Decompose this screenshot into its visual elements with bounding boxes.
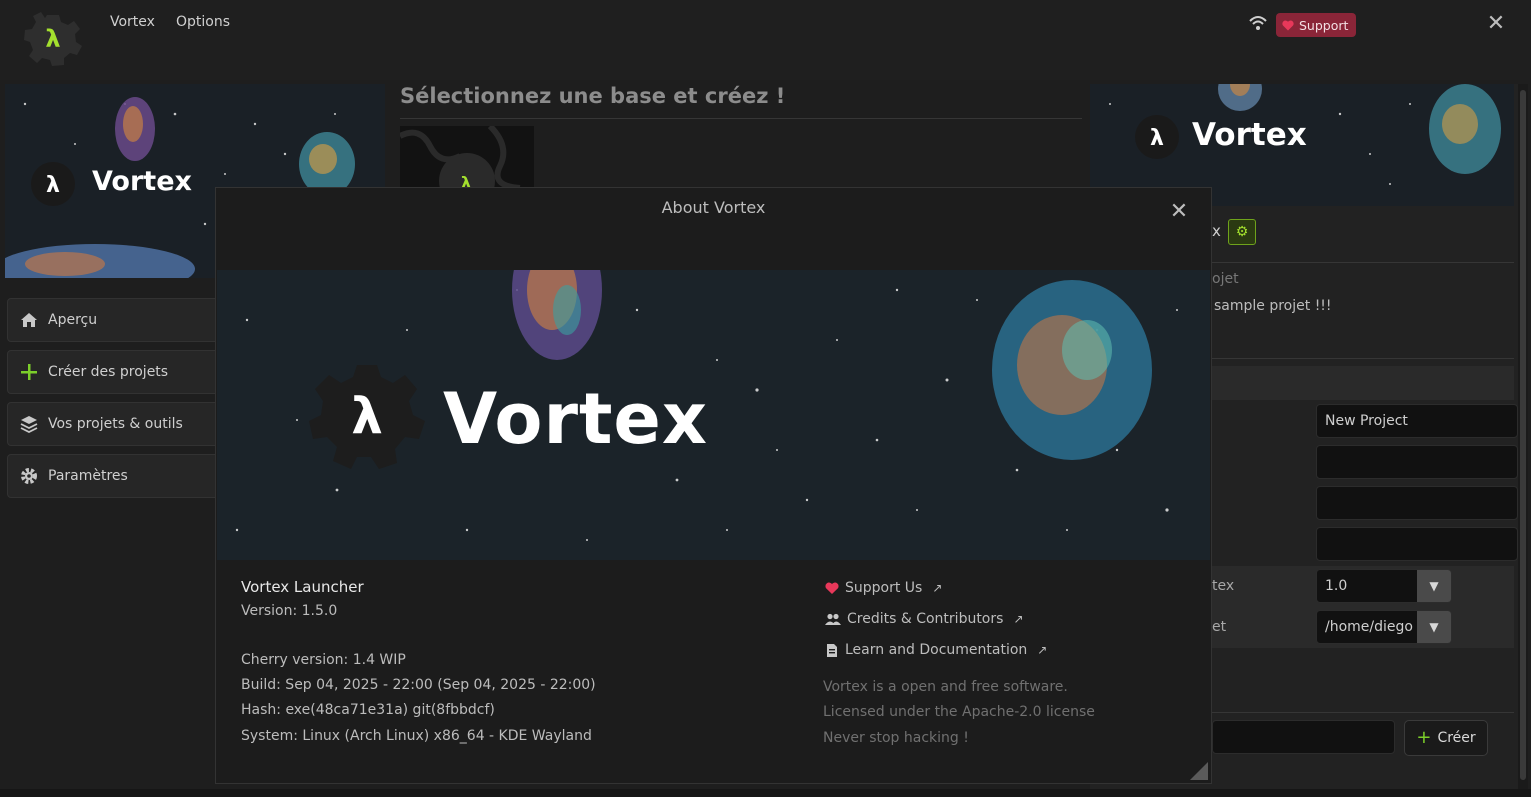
external-link-icon: ↗	[1037, 643, 1048, 657]
layers-icon	[20, 415, 38, 433]
project-title-partial: x	[1212, 222, 1221, 240]
sidebar-item-projets-outils[interactable]: Vos projets & outils	[7, 402, 227, 446]
resize-grip-icon[interactable]	[1190, 762, 1208, 780]
link-label: Credits & Contributors	[847, 611, 1004, 627]
page-title: Sélectionnez une base et créez !	[400, 84, 786, 108]
project-description: sample projet !!!	[1214, 298, 1332, 314]
external-link-icon: ↗	[932, 581, 943, 595]
support-label: Support	[1299, 17, 1349, 33]
path-select[interactable]: /home/diego ▼	[1316, 610, 1452, 644]
app-version: Version: 1.5.0	[241, 603, 338, 619]
path-value: /home/diego	[1325, 619, 1413, 635]
project-name-input[interactable]: New Project	[1316, 404, 1518, 438]
project-label-partial: ojet	[1212, 271, 1239, 287]
svg-text:λ: λ	[461, 173, 471, 188]
svg-text:λ: λ	[351, 387, 383, 445]
bottom-input[interactable]	[1212, 720, 1395, 754]
sidebar-item-label: Vos projets & outils	[48, 416, 183, 432]
path-label: et	[1212, 619, 1227, 635]
divider	[1212, 262, 1514, 263]
chevron-down-icon: ▼	[1417, 611, 1451, 643]
document-icon	[827, 643, 837, 657]
users-icon	[825, 613, 841, 625]
top-bar	[0, 0, 1531, 80]
chevron-down-icon: ▼	[1417, 570, 1451, 602]
project-settings-gear-icon[interactable]: ⚙	[1228, 219, 1256, 245]
footer-line-1: Vortex is a open and free software.	[823, 679, 1068, 695]
project-field-4[interactable]	[1316, 527, 1518, 561]
support-us-link[interactable]: Support Us ↗	[825, 580, 942, 596]
about-banner: λ	[217, 270, 1210, 560]
system-info: System: Linux (Arch Linux) x86_64 - KDE …	[241, 728, 592, 744]
credits-link[interactable]: Credits & Contributors ↗	[825, 611, 1024, 627]
close-dialog-button[interactable]: ✕	[1169, 201, 1189, 223]
menu-options[interactable]: Options	[176, 14, 230, 30]
gear-icon	[20, 467, 38, 485]
hash-info: Hash: exe(48ca71e31a) git(8fbbdcf)	[241, 702, 495, 718]
plus-icon: +	[1416, 727, 1432, 748]
build-info: Build: Sep 04, 2025 - 22:00 (Sep 04, 202…	[241, 677, 596, 693]
divider	[1212, 712, 1514, 713]
sidebar-item-label: Aperçu	[48, 312, 98, 328]
project-banner-title: Vortex	[1192, 117, 1307, 153]
sidebar-item-creer-projets[interactable]: Créer des projets	[7, 350, 227, 394]
link-label: Support Us	[845, 580, 923, 596]
version-value: 1.0	[1325, 578, 1348, 594]
sidebar-item-label: Créer des projets	[48, 364, 169, 380]
plus-icon	[20, 363, 38, 381]
support-button[interactable]: Support	[1276, 13, 1356, 37]
svg-text:λ: λ	[46, 173, 60, 198]
heart-icon	[1282, 20, 1294, 30]
about-brand-name: Vortex	[443, 378, 709, 460]
svg-text:λ: λ	[1150, 126, 1164, 151]
app-name: Vortex Launcher	[241, 578, 364, 596]
sidebar-item-apercu[interactable]: Aperçu	[7, 298, 227, 342]
footer-line-2: Licensed under the Apache-2.0 license	[823, 704, 1095, 720]
version-select[interactable]: 1.0 ▼	[1316, 569, 1452, 603]
divider	[400, 118, 1082, 119]
bottom-edge	[0, 789, 1531, 797]
wifi-icon	[1249, 16, 1267, 30]
scrollbar-thumb[interactable]	[1520, 90, 1526, 780]
close-window-button[interactable]: ✕	[1486, 13, 1506, 35]
menu-vortex[interactable]: Vortex	[110, 14, 155, 30]
version-label: tex	[1212, 578, 1235, 594]
vortex-logo-icon[interactable]: λ	[22, 10, 84, 68]
svg-text:λ: λ	[45, 25, 60, 53]
footer-line-3: Never stop hacking !	[823, 730, 969, 746]
documentation-link[interactable]: Learn and Documentation ↗	[825, 642, 1047, 658]
section-header	[1212, 366, 1514, 400]
create-label: Créer	[1437, 730, 1476, 746]
create-button[interactable]: + Créer	[1404, 720, 1488, 756]
heart-icon	[825, 582, 839, 594]
sidebar-brand-name: Vortex	[92, 166, 192, 197]
sidebar-item-parametres[interactable]: Paramètres	[7, 454, 227, 498]
project-field-3[interactable]	[1316, 486, 1518, 520]
home-icon	[20, 311, 38, 329]
cherry-version: Cherry version: 1.4 WIP	[241, 652, 406, 668]
sidebar-item-label: Paramètres	[48, 468, 128, 484]
dialog-title: About Vortex	[661, 198, 766, 217]
link-label: Learn and Documentation	[845, 642, 1028, 658]
base-template-card[interactable]: λ	[400, 126, 534, 188]
external-link-icon: ↗	[1013, 612, 1024, 626]
divider	[1212, 358, 1514, 359]
project-field-2[interactable]	[1316, 445, 1518, 479]
